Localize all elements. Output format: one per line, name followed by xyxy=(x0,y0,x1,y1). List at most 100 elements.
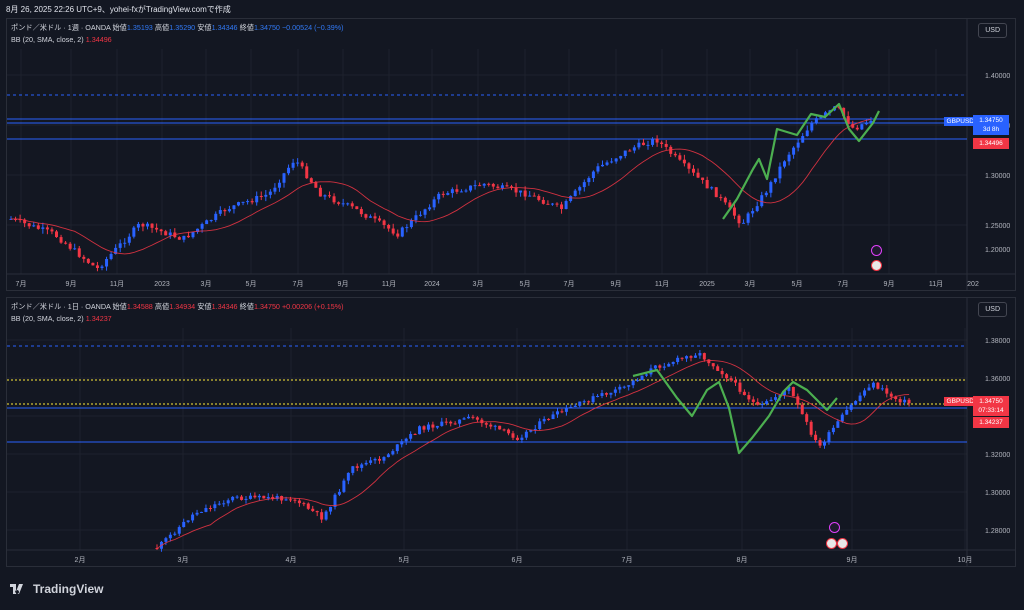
time-axis-label: 2月 xyxy=(75,556,86,564)
candle-body xyxy=(720,370,724,375)
candle-body xyxy=(284,499,288,501)
candle-body xyxy=(751,399,755,402)
currency-button[interactable]: USD xyxy=(978,302,1007,317)
price-axis-label: 1.36000 xyxy=(985,376,1010,383)
candle-body xyxy=(364,214,368,218)
candle-body xyxy=(769,182,773,193)
candle-body xyxy=(898,399,902,403)
candle-body xyxy=(646,144,650,146)
event-lightning-icon[interactable] xyxy=(829,522,840,533)
candle-body xyxy=(702,353,706,360)
candle-body xyxy=(614,158,618,162)
candle-body xyxy=(373,216,377,219)
time-axis-label: 2023 xyxy=(154,281,170,288)
weekly-chart-canvas[interactable]: 1.400001.350001.300001.250001.200007月9月1… xyxy=(7,19,1016,291)
candle-body xyxy=(903,399,907,403)
candle-body xyxy=(600,393,604,396)
candle-body xyxy=(541,199,545,204)
candle-body xyxy=(711,363,715,367)
candle-body xyxy=(698,353,702,356)
bb-legend[interactable]: BB (20, SMA, close, 2) 1.34237 xyxy=(11,314,112,323)
candle-body xyxy=(876,382,880,389)
candle-body xyxy=(428,207,432,210)
event-lightning-icon[interactable] xyxy=(871,245,882,256)
candle-body xyxy=(546,203,550,205)
bb-value: 1.34496 xyxy=(85,35,112,44)
candle-body xyxy=(82,256,86,259)
us-flag-icon[interactable] xyxy=(837,538,848,549)
time-axis-label: 5月 xyxy=(520,280,531,288)
us-flag-icon[interactable] xyxy=(871,260,882,271)
time-axis-label: 3月 xyxy=(745,280,756,288)
daily-chart-canvas[interactable]: 1.38000 1.36000 1.32000 1.30000 1.28000 2月 3月 4… xyxy=(7,298,1016,567)
candle-body xyxy=(823,442,826,446)
candle-body xyxy=(662,366,666,368)
time-axis-label: 7月 xyxy=(293,280,304,288)
candle-body xyxy=(195,512,199,515)
bb-price-tag: 1.34237 xyxy=(973,417,1009,428)
candle-body xyxy=(732,207,736,216)
currency-button[interactable]: USD xyxy=(978,23,1007,38)
candle-body xyxy=(191,514,195,521)
candle-body xyxy=(449,421,453,424)
candle-body xyxy=(277,182,281,188)
symbol-name[interactable]: ポンド／米ドル · 1週 · OANDA xyxy=(11,23,110,32)
candle-body xyxy=(64,242,68,244)
candle-body xyxy=(405,227,409,229)
candle-body xyxy=(409,220,413,228)
candle-body xyxy=(475,417,479,420)
symbol-name[interactable]: ポンド／米ドル · 1日 · OANDA xyxy=(11,302,110,311)
candle-body xyxy=(747,395,751,400)
candle-body xyxy=(693,355,697,358)
price-axis-label: 1.30000 xyxy=(985,490,1010,497)
candle-body xyxy=(689,356,693,358)
candle-body xyxy=(542,418,546,422)
candle-body xyxy=(55,231,58,238)
candle-body xyxy=(725,374,729,379)
candle-body xyxy=(760,403,764,405)
candle-body xyxy=(867,387,871,391)
daily-chart-pane[interactable]: 1.38000 1.36000 1.32000 1.30000 1.28000 2月 3月 4… xyxy=(6,297,1016,567)
candle-body xyxy=(255,196,259,203)
time-axis-label: 7月 xyxy=(838,280,849,288)
candle-body xyxy=(564,408,568,412)
candle-body xyxy=(818,440,822,446)
candle-body xyxy=(751,211,755,214)
time-axis-label: 8月 xyxy=(737,556,748,564)
candle-body xyxy=(742,391,746,396)
bb-legend[interactable]: BB (20, SMA, close, 2) 1.34496 xyxy=(11,35,112,44)
candle-body xyxy=(505,185,509,187)
candle-body xyxy=(756,401,760,405)
candle-body xyxy=(309,178,313,183)
candle-body xyxy=(105,258,109,267)
snapshot-caption: 8月 26, 2025 22:26 UTC+9、yohei-fxがTrading… xyxy=(6,5,231,14)
candle-body xyxy=(582,182,586,188)
candle-body xyxy=(422,426,426,430)
candle-body xyxy=(446,193,450,195)
candle-body xyxy=(209,220,213,222)
candle-body xyxy=(222,503,226,505)
candle-body xyxy=(259,196,263,198)
us-flag-icon[interactable] xyxy=(826,538,837,549)
candle-body xyxy=(705,179,709,189)
symbol-tag: GBPUSD xyxy=(943,117,977,126)
candle-body xyxy=(714,187,718,198)
candle-body xyxy=(604,393,608,395)
time-axis-label: 9月 xyxy=(66,280,77,288)
candle-body xyxy=(863,390,867,396)
candle-body xyxy=(849,404,853,410)
candle-body xyxy=(778,166,782,179)
candle-body xyxy=(437,193,441,200)
candle-body xyxy=(556,411,559,415)
candle-body xyxy=(368,216,372,218)
candle-body xyxy=(800,404,804,415)
weekly-chart-pane[interactable]: 1.400001.350001.300001.250001.200007月9月1… xyxy=(6,18,1016,291)
candle-body xyxy=(493,425,497,427)
price-tag: 1.34750 3d 8h xyxy=(973,115,1009,135)
candle-body xyxy=(496,186,500,189)
candle-body xyxy=(246,201,250,203)
candle-body xyxy=(701,177,705,180)
candle-body xyxy=(573,405,577,407)
candle-body xyxy=(845,409,849,415)
candle-body xyxy=(692,168,695,173)
